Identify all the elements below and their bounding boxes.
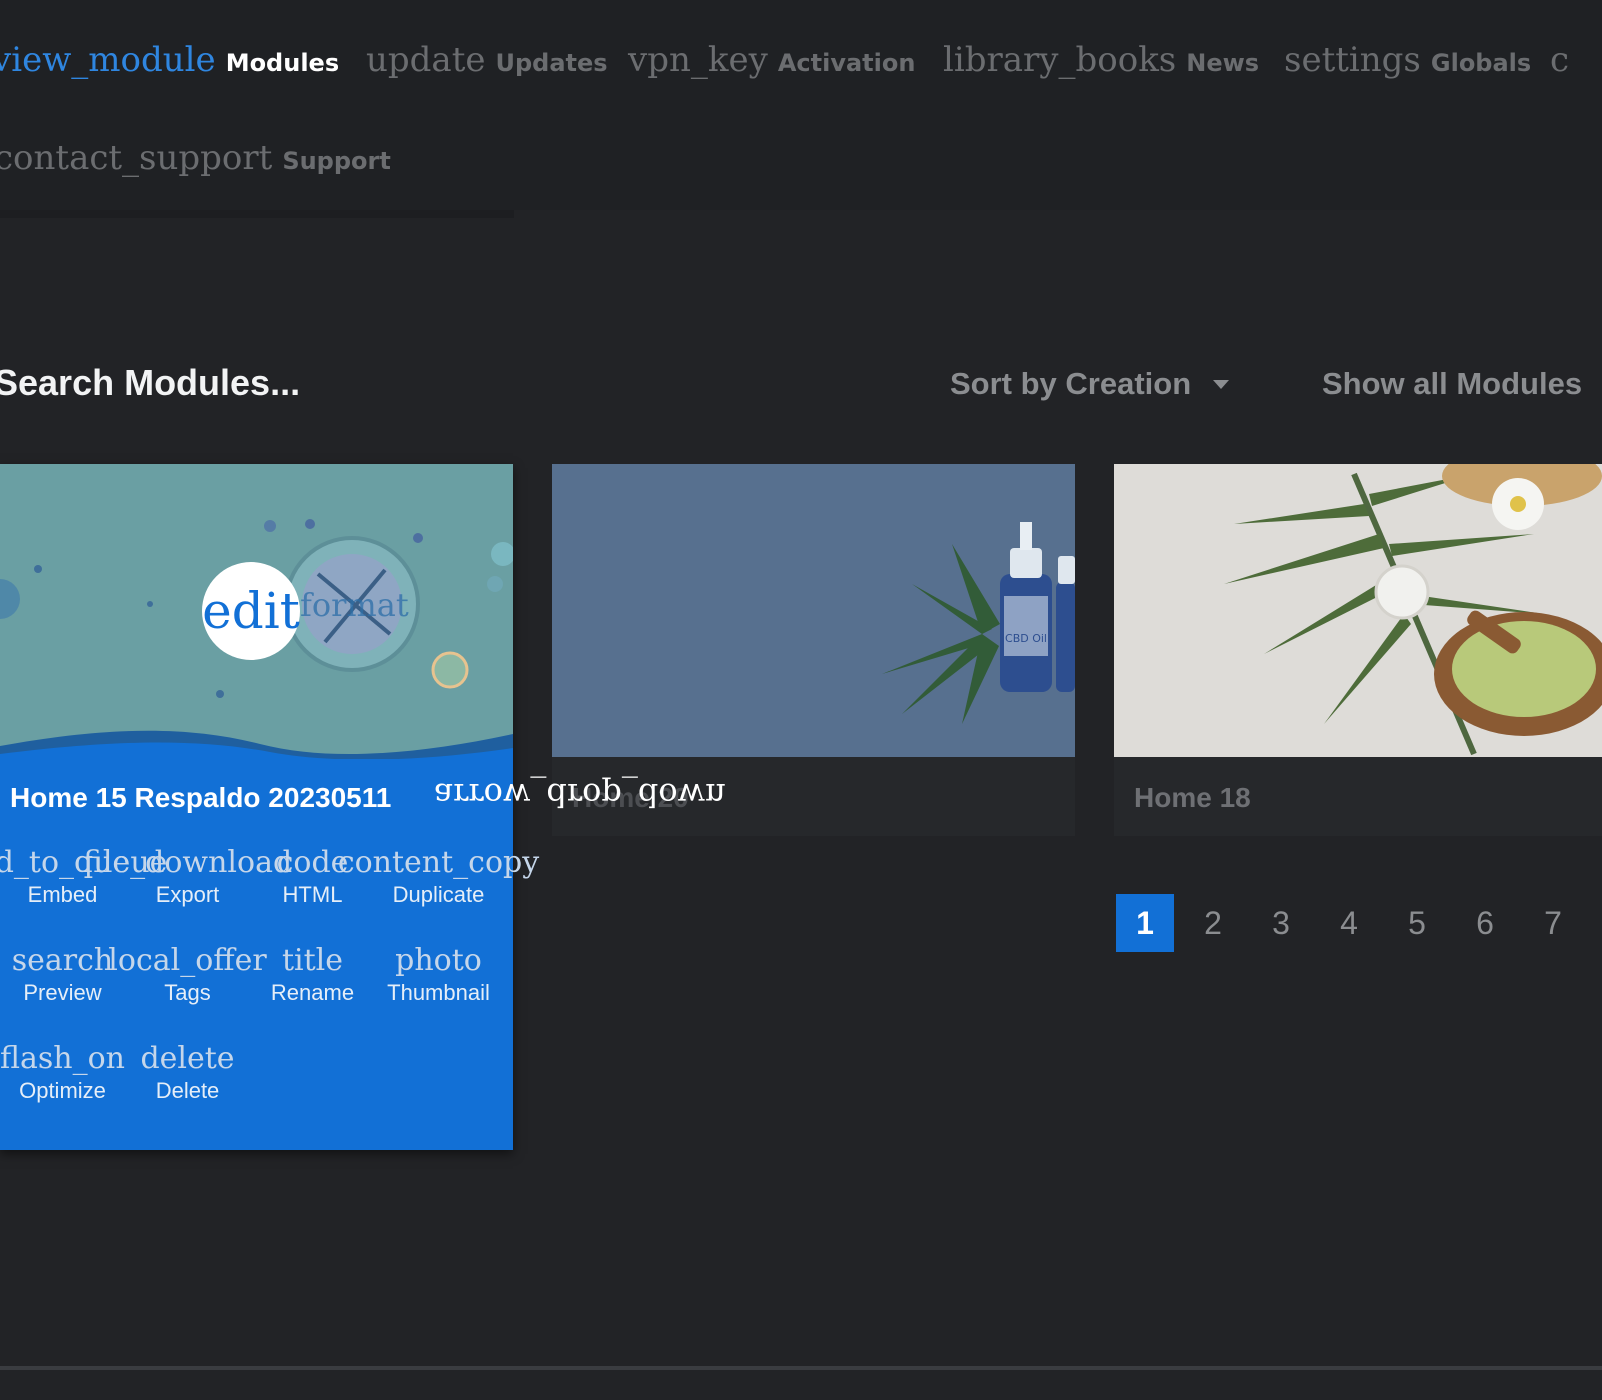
action-label: Export <box>155 882 220 907</box>
module-title: Home 15 Respaldo 20230511 <box>10 782 392 813</box>
edit-icon: edit <box>202 582 300 640</box>
optimize-button[interactable]: flash_on Optimize <box>0 1040 125 1104</box>
sort-select[interactable]: Sort by Creation <box>950 366 1230 402</box>
update-icon: update <box>366 40 486 80</box>
page-button-7[interactable]: 7 <box>1524 894 1582 952</box>
format-icon: format <box>300 586 409 624</box>
export-button[interactable]: file_download Export <box>83 844 292 908</box>
module-thumbnail <box>1114 464 1602 757</box>
content-copy-icon: content_copy <box>337 845 540 880</box>
action-label: Thumbnail <box>387 980 490 1005</box>
view-module-icon: view_module <box>0 40 216 80</box>
flash-on-icon: flash_on <box>0 1041 125 1076</box>
nav-label: Globals <box>1430 49 1532 77</box>
page-button-1[interactable]: 1 <box>1116 894 1174 952</box>
thumbnail-button[interactable]: photo Thumbnail <box>376 942 501 1006</box>
nav-label: Activation <box>777 49 916 77</box>
thumbnail-art <box>1224 464 1602 756</box>
vpn-key-icon: vpn_key <box>628 40 768 80</box>
action-label: Tags <box>164 980 211 1005</box>
nav-item-globals[interactable]: settings Globals <box>1284 40 1531 80</box>
action-label: Embed <box>27 882 98 907</box>
local-offer-icon: local_offer <box>108 943 267 978</box>
photo-icon: photo <box>395 943 482 978</box>
module-title: Home 18 <box>1134 782 1251 813</box>
module-card[interactable]: Home 18 <box>1114 464 1602 836</box>
rename-button[interactable]: title Rename <box>250 942 375 1006</box>
module-thumbnail: format edit <box>0 464 513 759</box>
page-button-5[interactable]: 5 <box>1388 894 1446 952</box>
action-label: Rename <box>270 980 355 1005</box>
search-icon: search <box>11 943 114 978</box>
svg-text:CBD Oil: CBD Oil <box>1005 632 1047 645</box>
page-footer-line <box>0 1366 1602 1370</box>
nav-item-activation[interactable]: vpn_key Activation <box>628 40 915 80</box>
nav-divider <box>0 210 514 218</box>
caret-down-icon <box>1213 379 1230 389</box>
delete-button[interactable]: delete Delete <box>125 1040 250 1104</box>
top-nav: view_module Modules update Updates vpn_k… <box>0 0 1602 210</box>
library-books-icon: library_books <box>943 40 1177 80</box>
pagination: 1 2 3 4 5 6 7 <box>1116 894 1592 952</box>
nav-item-updates[interactable]: update Updates <box>366 40 608 80</box>
nav-item-partial[interactable]: c <box>1550 40 1579 80</box>
drag-overlay-icon: arrow_drop_down <box>434 776 726 814</box>
tags-button[interactable]: local_offer Tags <box>108 942 266 1006</box>
partial-icon: c <box>1550 40 1570 80</box>
nav-label: Updates <box>495 49 608 77</box>
action-label: Preview <box>23 980 102 1005</box>
action-label: Optimize <box>19 1078 106 1103</box>
contact-support-icon: contact_support <box>0 138 273 178</box>
nav-item-modules[interactable]: view_module Modules <box>0 40 339 80</box>
nav-item-news[interactable]: library_books News <box>943 40 1259 80</box>
page-button-6[interactable]: 6 <box>1456 894 1514 952</box>
nav-label: Modules <box>225 49 340 77</box>
delete-icon: delete <box>140 1041 235 1076</box>
thumbnail-art: CBD Oil <box>882 522 1075 724</box>
title-icon: title <box>281 943 344 978</box>
preview-button[interactable]: search Preview <box>0 942 125 1006</box>
action-label: Delete <box>155 1078 220 1103</box>
edit-button[interactable]: edit <box>202 562 300 660</box>
module-thumbnail: CBD Oil <box>552 464 1075 757</box>
page-button-4[interactable]: 4 <box>1320 894 1378 952</box>
nav-label: Support <box>282 147 391 175</box>
settings-icon: settings <box>1284 40 1421 80</box>
page-button-3[interactable]: 3 <box>1252 894 1310 952</box>
nav-item-support[interactable]: contact_support Support <box>0 138 391 178</box>
sort-label: Sort by Creation <box>950 366 1192 401</box>
action-label: Duplicate <box>392 882 485 907</box>
search-input[interactable]: Search Modules... <box>0 362 300 404</box>
action-label: HTML <box>282 882 343 907</box>
duplicate-button[interactable]: content_copy Duplicate <box>338 844 539 908</box>
filter-select[interactable]: Show all Modules <box>1322 366 1582 402</box>
page-button-2[interactable]: 2 <box>1184 894 1242 952</box>
nav-label: News <box>1186 49 1260 77</box>
